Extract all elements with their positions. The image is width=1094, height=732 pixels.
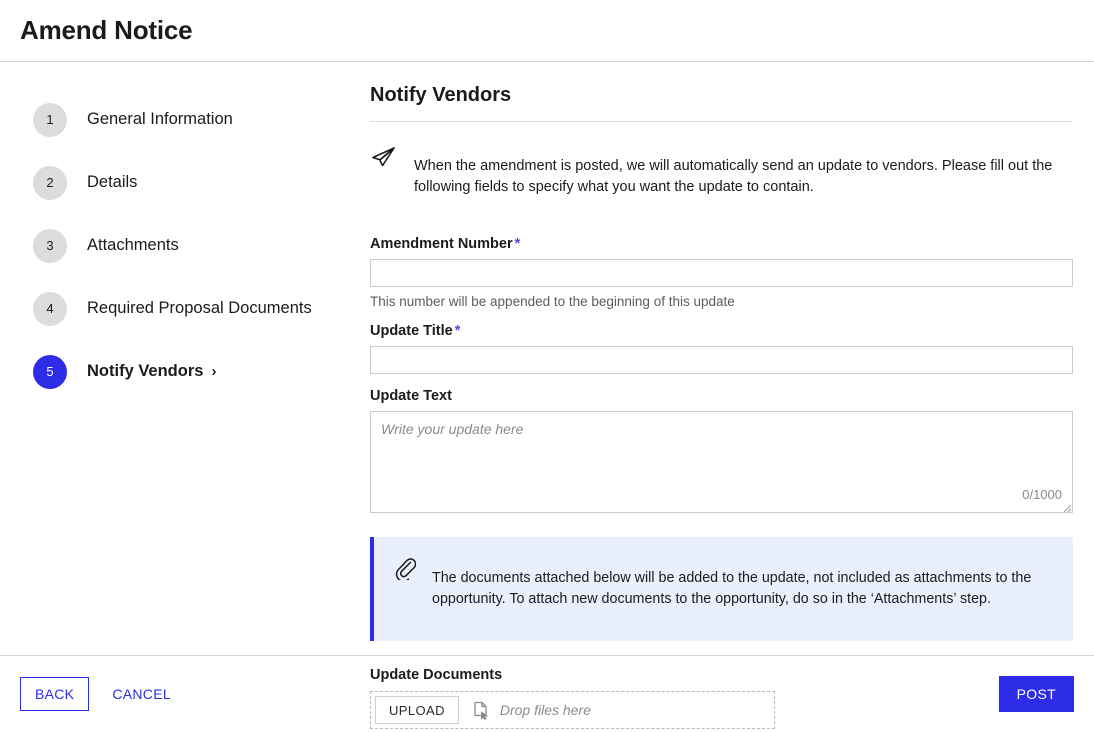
amendment-number-field-group: Amendment Number * This number will be ap… xyxy=(370,236,1073,309)
update-text-textarea[interactable] xyxy=(370,410,1073,513)
update-title-label: Update Title * xyxy=(370,323,1073,339)
intro-text: When the amendment is posted, we will au… xyxy=(414,157,1053,196)
sidebar-step-notify-vendors[interactable]: 5 Notify Vendors › xyxy=(0,340,360,403)
update-title-field-group: Update Title * xyxy=(370,323,1073,374)
required-asterisk: * xyxy=(514,235,521,252)
attachment-info-banner: The documents attached below will be add… xyxy=(370,536,1073,642)
section-title: Notify Vendors xyxy=(370,84,512,106)
step-number-badge: 1 xyxy=(33,102,67,137)
chevron-right-icon: › xyxy=(211,363,217,380)
back-button[interactable]: BACK xyxy=(20,677,90,711)
sidebar-step-general-information[interactable]: 1 General Information › xyxy=(0,88,360,151)
update-title-label-text: Update Title xyxy=(370,322,453,339)
step-number-badge: 2 xyxy=(33,165,67,200)
sidebar-step-details[interactable]: 2 Details › xyxy=(0,151,360,214)
update-text-field-group: Update Text 0/1000 xyxy=(370,388,1073,513)
amendment-number-input[interactable] xyxy=(370,258,1073,287)
step-label: General Information xyxy=(87,110,233,128)
step-label: Details xyxy=(87,173,138,191)
attachment-info-text: The documents attached below will be add… xyxy=(432,569,1032,607)
update-title-input[interactable] xyxy=(370,345,1073,374)
step-number-badge: 4 xyxy=(33,291,67,326)
step-label: Notify Vendors xyxy=(87,362,204,380)
amendment-number-label: Amendment Number * xyxy=(370,236,1073,252)
amendment-number-label-text: Amendment Number xyxy=(370,235,513,252)
intro-block: When the amendment is posted, we will au… xyxy=(370,141,1073,214)
section-divider xyxy=(370,121,1073,122)
required-asterisk: * xyxy=(454,322,461,339)
page-header: Amend Notice xyxy=(0,0,1094,62)
amendment-number-helper-text: This number will be appended to the begi… xyxy=(370,293,735,309)
step-label: Required Proposal Documents xyxy=(87,299,312,317)
page-body: 1 General Information › 2 Details › 3 At… xyxy=(0,62,1094,730)
step-number-badge: 3 xyxy=(33,228,67,263)
step-number-badge: 5 xyxy=(33,354,67,389)
page-title: Amend Notice xyxy=(20,15,193,45)
step-sidebar: 1 General Information › 2 Details › 3 At… xyxy=(0,62,360,403)
paperclip-icon xyxy=(395,554,417,585)
main-content: Notify Vendors When the amendment is pos… xyxy=(360,62,1094,730)
update-text-label-text: Update Text xyxy=(370,387,452,404)
update-text-label: Update Text xyxy=(370,388,1073,404)
sidebar-step-attachments[interactable]: 3 Attachments › xyxy=(0,214,360,277)
post-button[interactable]: POST xyxy=(998,676,1074,712)
send-icon xyxy=(370,141,398,175)
sidebar-step-required-proposal-documents[interactable]: 4 Required Proposal Documents › xyxy=(0,277,360,340)
cancel-button[interactable]: CANCEL xyxy=(100,678,183,710)
update-text-wrapper: 0/1000 xyxy=(370,410,1073,513)
form-footer: BACK CANCEL POST xyxy=(0,655,1094,732)
step-label: Attachments xyxy=(87,236,179,254)
